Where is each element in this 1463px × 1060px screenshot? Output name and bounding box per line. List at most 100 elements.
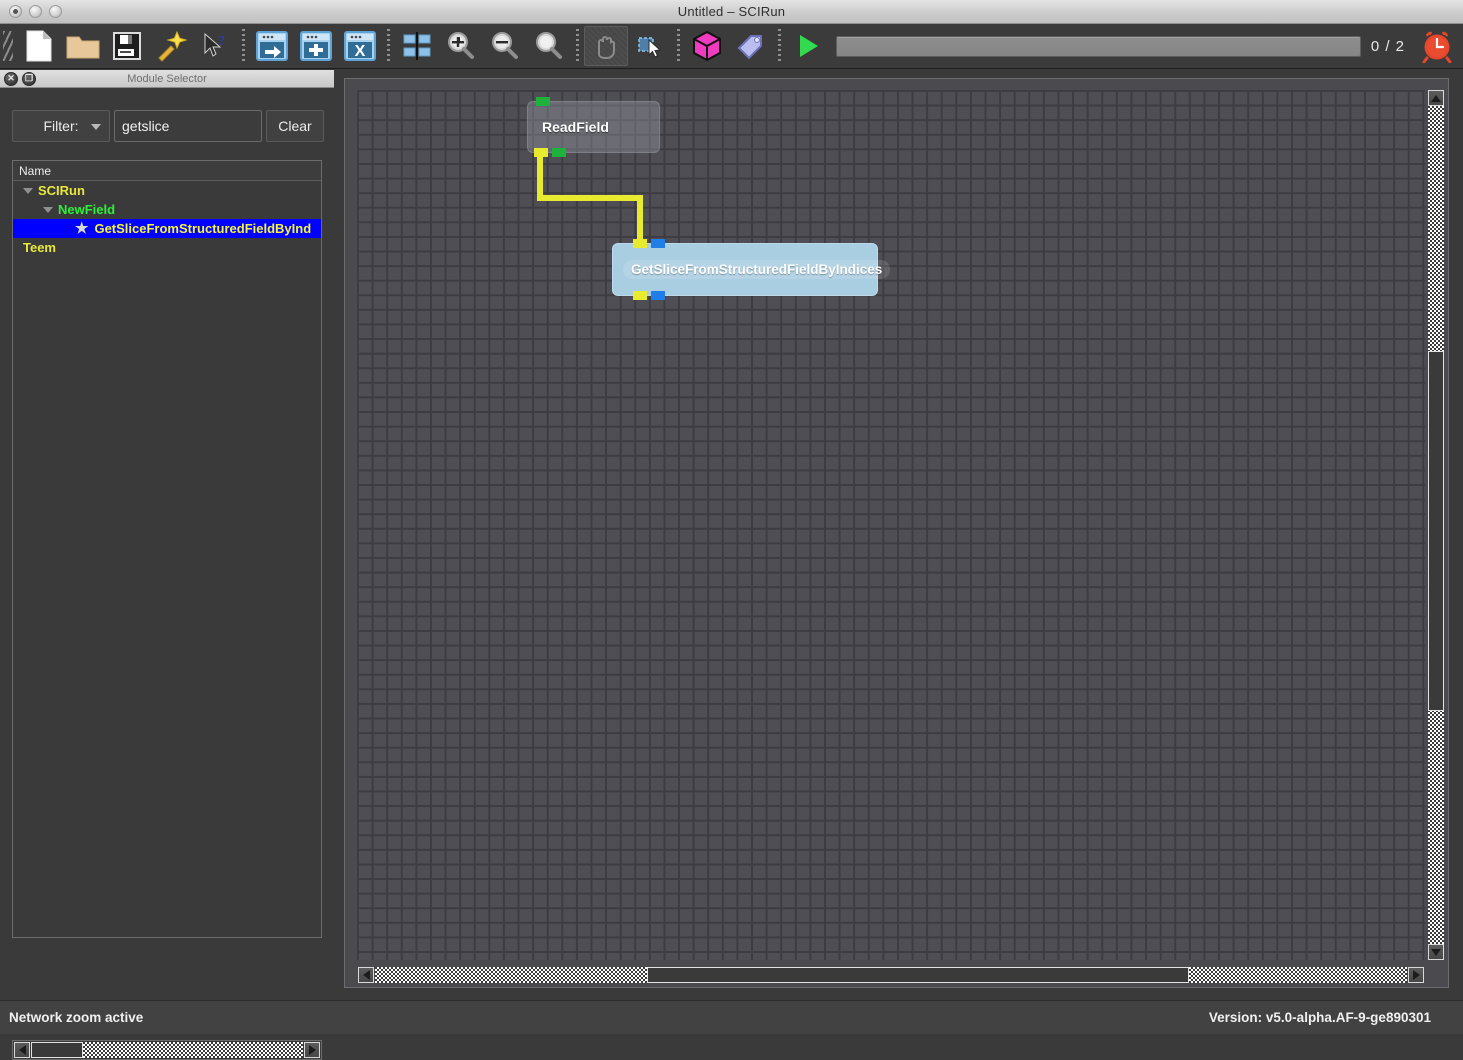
scroll-right-arrow-icon[interactable] bbox=[304, 1042, 320, 1058]
output-port-yellow[interactable] bbox=[633, 291, 647, 300]
toolbar-separator bbox=[576, 29, 579, 63]
wizard-button[interactable] bbox=[149, 26, 193, 66]
scroll-up-arrow-icon[interactable] bbox=[1428, 90, 1444, 106]
select-tool-button[interactable] bbox=[628, 26, 672, 66]
window-x-icon: X bbox=[343, 30, 377, 62]
clear-network-button[interactable]: X bbox=[338, 26, 382, 66]
main-toolbar: ? X bbox=[0, 24, 1463, 69]
module-selector-title: Module Selector bbox=[0, 73, 334, 85]
module-tree-item-label: SCIRun bbox=[38, 183, 85, 198]
module-getslicefromstructuredfieldbyindices[interactable]: GetSliceFromStructuredFieldByIndices bbox=[612, 243, 878, 296]
align-modules-button[interactable] bbox=[395, 26, 439, 66]
output-port-yellow[interactable] bbox=[534, 148, 548, 157]
scroll-left-arrow-icon[interactable] bbox=[14, 1042, 30, 1058]
tag-button[interactable] bbox=[729, 26, 773, 66]
input-port-blue[interactable] bbox=[651, 239, 665, 248]
play-triangle-icon bbox=[793, 31, 823, 61]
toolbar-separator bbox=[677, 29, 680, 63]
module-selector-titlebar: ✕ ❐ Module Selector bbox=[0, 70, 334, 88]
module-box-button[interactable] bbox=[685, 26, 729, 66]
save-file-button[interactable] bbox=[105, 26, 149, 66]
pan-tool-button[interactable] bbox=[584, 26, 628, 66]
module-title: GetSliceFromStructuredFieldByIndices bbox=[623, 260, 890, 279]
output-port-green[interactable] bbox=[552, 148, 566, 157]
hscroll-track[interactable] bbox=[375, 967, 1407, 983]
cursor-question-icon: ? bbox=[200, 31, 230, 61]
connection-wire bbox=[357, 90, 1425, 960]
toolbar-separator bbox=[387, 29, 390, 63]
filter-label: Filter: bbox=[44, 118, 79, 134]
magnifier-minus-icon bbox=[489, 31, 521, 61]
magnifier-icon bbox=[533, 31, 565, 61]
new-file-button[interactable] bbox=[17, 26, 61, 66]
vscroll-track[interactable] bbox=[1428, 106, 1444, 944]
filter-mode-dropdown[interactable]: Filter: bbox=[12, 110, 110, 142]
insert-module-button[interactable] bbox=[294, 26, 338, 66]
alarm-clock-button[interactable] bbox=[1415, 26, 1459, 66]
module-readfield[interactable]: ReadField bbox=[527, 101, 660, 153]
scroll-left-arrow-icon[interactable] bbox=[358, 967, 374, 983]
module-tree-hscrollbar[interactable] bbox=[12, 1040, 322, 1060]
module-tree-item-label: GetSliceFromStructuredFieldByInd bbox=[94, 221, 311, 236]
input-port-green[interactable] bbox=[536, 97, 550, 106]
hscroll-thumb[interactable] bbox=[31, 1042, 83, 1058]
zoom-reset-button[interactable] bbox=[527, 26, 571, 66]
status-bar: Network zoom active Version: v5.0-alpha.… bbox=[0, 1000, 1463, 1034]
hand-icon bbox=[590, 30, 622, 62]
folder-icon bbox=[65, 32, 101, 60]
toolbar-separator bbox=[778, 29, 781, 63]
execute-all-button[interactable] bbox=[250, 26, 294, 66]
module-title: ReadField bbox=[542, 119, 609, 135]
hscroll-track[interactable] bbox=[31, 1042, 303, 1058]
open-file-button[interactable] bbox=[61, 26, 105, 66]
module-tree: Name SCIRun NewField ★ GetSliceFromStructur… bbox=[12, 160, 322, 938]
scroll-right-arrow-icon[interactable] bbox=[1408, 967, 1424, 983]
document-icon bbox=[24, 29, 54, 63]
output-port-blue[interactable] bbox=[651, 291, 665, 300]
hscroll-thumb[interactable] bbox=[647, 967, 1189, 983]
toolbar-grip[interactable] bbox=[3, 31, 13, 61]
clear-filter-button[interactable]: Clear bbox=[266, 110, 324, 142]
run-button[interactable] bbox=[786, 26, 830, 66]
network-hscrollbar[interactable] bbox=[357, 965, 1425, 985]
module-counter: 0 / 2 bbox=[1371, 38, 1405, 55]
execution-progress-bar bbox=[836, 36, 1361, 57]
filter-input[interactable] bbox=[114, 110, 262, 142]
vscroll-thumb[interactable] bbox=[1428, 351, 1444, 711]
module-tree-header: Name bbox=[13, 161, 321, 181]
module-tree-item[interactable]: NewField bbox=[13, 200, 321, 219]
alarm-clock-icon bbox=[1420, 29, 1454, 63]
filter-row: Filter: Clear bbox=[12, 110, 322, 142]
chevron-down-icon[interactable] bbox=[43, 207, 53, 213]
module-tree-list[interactable]: SCIRun NewField ★ GetSliceFromStructuredFie… bbox=[13, 181, 321, 937]
magnifier-plus-icon bbox=[445, 31, 477, 61]
window-titlebar: Untitled – SCIRun bbox=[0, 0, 1463, 24]
module-tree-item[interactable]: Teem bbox=[13, 238, 321, 257]
pink-cube-icon bbox=[691, 30, 723, 62]
window-arrow-icon bbox=[255, 30, 289, 62]
module-tree-item-label: Teem bbox=[23, 240, 56, 255]
module-tree-item-label: NewField bbox=[58, 202, 115, 217]
module-tree-item[interactable]: SCIRun bbox=[13, 181, 321, 200]
zoom-in-button[interactable] bbox=[439, 26, 483, 66]
chevron-down-icon bbox=[91, 124, 101, 130]
input-port-yellow[interactable] bbox=[633, 239, 647, 248]
whats-this-button[interactable]: ? bbox=[193, 26, 237, 66]
marquee-cursor-icon bbox=[635, 31, 665, 61]
network-editor: ReadField GetSliceFromStructuredFieldByI… bbox=[344, 78, 1449, 988]
scroll-down-arrow-icon[interactable] bbox=[1428, 944, 1444, 960]
status-message: Network zoom active bbox=[9, 1010, 143, 1025]
svg-text:X: X bbox=[355, 43, 366, 60]
toolbar-separator bbox=[242, 29, 245, 63]
window-plus-icon bbox=[299, 30, 333, 62]
chevron-down-icon[interactable] bbox=[23, 188, 33, 194]
star-icon[interactable]: ★ bbox=[75, 221, 88, 236]
floppy-disk-icon bbox=[112, 31, 142, 61]
zoom-out-button[interactable] bbox=[483, 26, 527, 66]
module-tree-item[interactable]: ★ GetSliceFromStructuredFieldByInd bbox=[13, 219, 321, 238]
window-title: Untitled – SCIRun bbox=[0, 4, 1463, 19]
tag-icon bbox=[735, 30, 767, 62]
network-canvas[interactable]: ReadField GetSliceFromStructuredFieldByI… bbox=[357, 90, 1425, 960]
version-label: Version: v5.0-alpha.AF-9-ge890301 bbox=[1209, 1010, 1431, 1025]
network-vscrollbar[interactable] bbox=[1426, 90, 1446, 960]
